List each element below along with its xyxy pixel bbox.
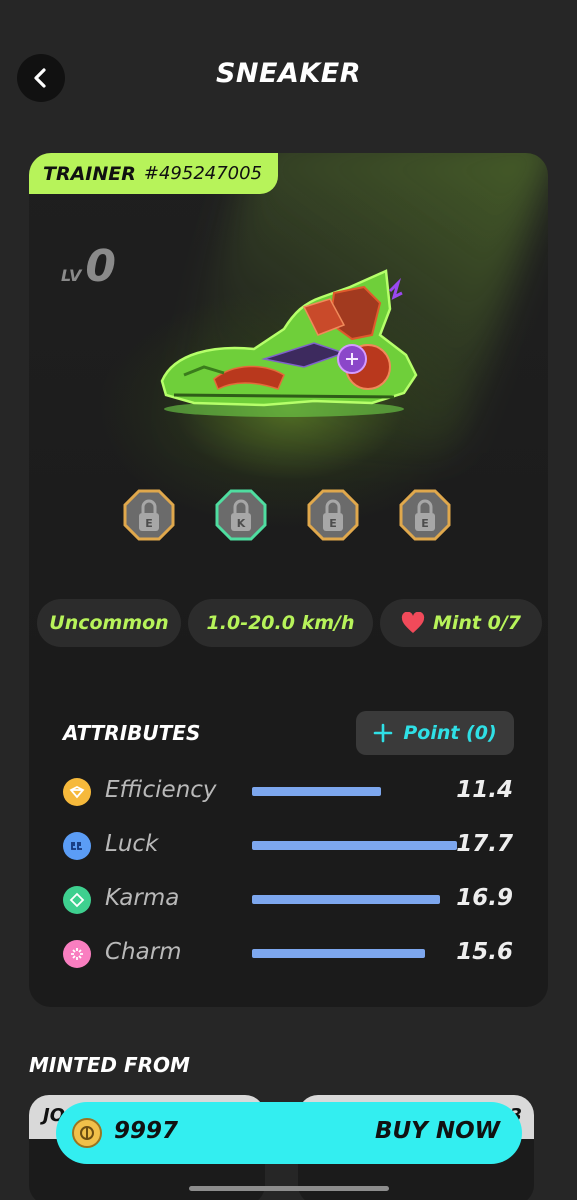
page-title: SNEAKER <box>215 58 362 89</box>
lock-icon[interactable]: K <box>215 489 267 541</box>
add-point-button[interactable]: Point (0) <box>356 711 514 755</box>
sneaker-id: #495247005 <box>143 163 263 184</box>
svg-text:E: E <box>329 517 337 530</box>
speed-label: 1.0-20.0 km/h <box>206 612 355 634</box>
heart-icon <box>401 612 425 633</box>
attribute-bar <box>252 949 425 958</box>
trainer-tag: TRAINER #495247005 <box>29 153 279 194</box>
attribute-row-karma: Karma 16.9 <box>63 883 513 917</box>
attribute-bar <box>252 895 440 904</box>
attribute-value: 17.7 <box>456 831 513 857</box>
luck-icon <box>63 832 91 860</box>
attribute-value: 16.9 <box>456 885 513 911</box>
sneaker-image <box>160 269 418 417</box>
efficiency-icon <box>63 778 91 806</box>
level-label: LV <box>61 266 82 285</box>
lock-icon[interactable]: E <box>123 489 175 541</box>
attribute-row-charm: Charm 15.6 <box>63 937 513 971</box>
plus-icon <box>374 723 393 743</box>
buy-now-button[interactable]: BUY NOW <box>375 1118 500 1144</box>
mint-label: Mint 0/7 <box>432 612 522 634</box>
attribute-name: Luck <box>105 831 159 857</box>
buy-now-bar[interactable]: 9997 BUY NOW <box>56 1102 522 1164</box>
add-point-label: Point (0) <box>403 722 497 744</box>
header: SNEAKER <box>0 0 577 150</box>
speed-tag: 1.0-20.0 km/h <box>188 599 373 647</box>
coin-icon <box>72 1118 102 1148</box>
level-value: 0 <box>85 241 116 292</box>
price-value: 9997 <box>114 1118 179 1144</box>
sneaker-tags: Uncommon 1.0-20.0 km/h Mint 0/7 <box>37 599 542 647</box>
rarity-tag: Uncommon <box>37 599 181 647</box>
attribute-name: Charm <box>105 939 182 965</box>
lock-icon[interactable]: E <box>307 489 359 541</box>
attribute-name: Efficiency <box>105 777 217 803</box>
charm-icon <box>63 940 91 968</box>
sneaker-type: TRAINER <box>43 162 136 185</box>
attribute-name: Karma <box>105 885 180 911</box>
attribute-bar <box>252 841 457 850</box>
sneaker-card: TRAINER #495247005 LV 0 E K E E Uncommon… <box>29 153 548 1007</box>
attributes-title: ATTRIBUTES <box>63 721 201 745</box>
svg-text:K: K <box>237 517 246 530</box>
rarity-label: Uncommon <box>49 612 169 634</box>
attribute-row-efficiency: Efficiency 11.4 <box>63 775 513 809</box>
level-indicator: LV 0 <box>61 245 116 289</box>
svg-text:E: E <box>145 517 153 530</box>
svg-text:E: E <box>421 517 429 530</box>
minted-from-title: MINTED FROM <box>29 1053 190 1077</box>
gem-sockets: E K E E <box>29 489 548 545</box>
lock-icon[interactable]: E <box>399 489 451 541</box>
attribute-bar <box>252 787 381 796</box>
home-indicator <box>189 1186 389 1191</box>
mint-tag: Mint 0/7 <box>380 599 542 647</box>
attribute-value: 11.4 <box>456 777 513 803</box>
attribute-row-luck: Luck 17.7 <box>63 829 513 863</box>
karma-icon <box>63 886 91 914</box>
attribute-value: 15.6 <box>456 939 513 965</box>
